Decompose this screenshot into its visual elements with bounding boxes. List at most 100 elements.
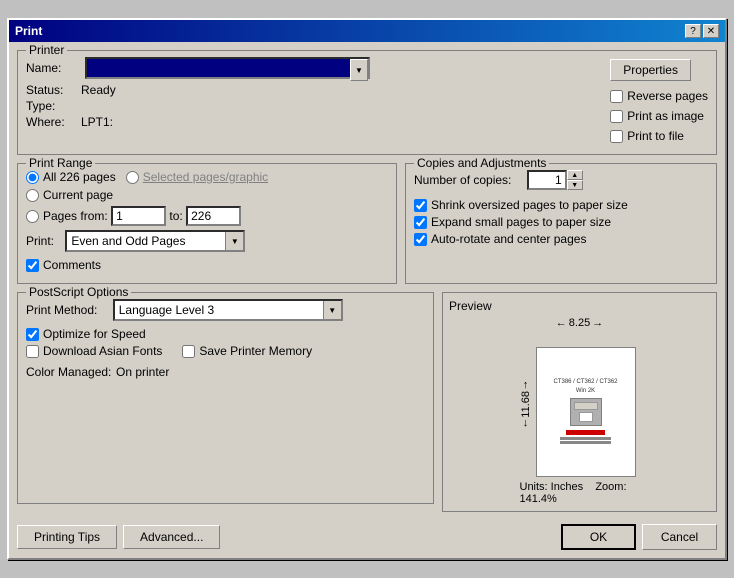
middle-row: Print Range All 226 pages Selected pages…: [17, 163, 717, 292]
print-method-label: Print Method:: [26, 303, 97, 317]
close-button[interactable]: ✕: [703, 24, 719, 38]
color-managed-label: Color Managed:: [26, 365, 116, 379]
to-input[interactable]: [186, 206, 241, 226]
download-fonts-label: Download Asian Fonts: [43, 344, 162, 358]
color-managed-value: On printer: [116, 365, 169, 379]
printer-group-label: Printer: [26, 43, 67, 57]
printer-left: Name: ▼ Status: Ready Type:: [26, 57, 602, 146]
dim-left: ↑ 11.68 ↓: [520, 331, 532, 477]
preview-content: CT386 / CT362 / CT362 Win 2K: [549, 375, 621, 449]
dim-top: ← 8.25 →: [520, 317, 640, 329]
reverse-pages-label: Reverse pages: [627, 89, 708, 103]
gray-bar1: [560, 437, 611, 440]
print-to-file-row: Print to file: [610, 129, 708, 143]
method-dropdown-btn[interactable]: ▼: [323, 301, 341, 319]
cancel-button[interactable]: Cancel: [642, 524, 717, 550]
pages-label: Pages: [43, 209, 77, 223]
printer-top: [574, 402, 598, 410]
print-option-value: Even and Odd Pages: [67, 232, 225, 250]
printer-group: Printer Name: ▼ Status: Ready: [17, 50, 717, 155]
printing-tips-button[interactable]: Printing Tips: [17, 525, 117, 549]
from-label: from:: [80, 209, 107, 223]
bottom-buttons: Printing Tips Advanced... OK Cancel: [17, 520, 717, 550]
print-option-dropdown[interactable]: ▼: [225, 232, 243, 250]
printer-name-field: [87, 59, 350, 77]
postscript-group: PostScript Options Print Method: Languag…: [17, 292, 434, 504]
expand-row: Expand small pages to paper size: [414, 215, 708, 229]
properties-button[interactable]: Properties: [610, 59, 691, 81]
help-button[interactable]: ?: [685, 24, 701, 38]
print-as-image-checkbox[interactable]: [610, 110, 623, 123]
spin-up-btn[interactable]: ▲: [567, 170, 583, 180]
save-memory-row: Save Printer Memory: [182, 344, 312, 358]
preview-units: Units: Inches Zoom: 141.4%: [520, 481, 640, 505]
where-label: Where:: [26, 115, 81, 129]
name-row: Name: ▼: [26, 57, 602, 79]
printer-name-combo[interactable]: ▼: [85, 57, 370, 79]
optimize-row: Optimize for Speed: [26, 327, 425, 341]
name-label: Name:: [26, 61, 81, 75]
down-arrow-icon: ↓: [523, 417, 529, 429]
expand-label: Expand small pages to paper size: [431, 215, 611, 229]
print-method-row: Print Method: Language Level 3 ▼: [26, 299, 425, 321]
right-arrow-icon: →: [592, 317, 603, 329]
printer-right: Properties Reverse pages Print as image: [610, 57, 708, 146]
print-to-file-checkbox[interactable]: [610, 130, 623, 143]
save-memory-checkbox[interactable]: [182, 345, 195, 358]
postscript-group-label: PostScript Options: [26, 285, 131, 299]
reverse-pages-checkbox[interactable]: [610, 90, 623, 103]
download-fonts-checkbox[interactable]: [26, 345, 39, 358]
print-dialog: Print ? ✕ Printer Name: ▼: [7, 18, 727, 560]
copies-group: Copies and Adjustments Number of copies:…: [405, 163, 717, 284]
printer-right-checks: Reverse pages Print as image Print to fi…: [610, 89, 708, 146]
auto-rotate-label: Auto-rotate and center pages: [431, 232, 586, 246]
comments-label: Comments: [43, 258, 101, 272]
preview-label: Preview: [449, 299, 492, 313]
auto-rotate-row: Auto-rotate and center pages: [414, 232, 708, 246]
reverse-pages-row: Reverse pages: [610, 89, 708, 103]
optimize-checkbox[interactable]: [26, 328, 39, 341]
current-page-label: Current page: [43, 188, 113, 202]
left-buttons: Printing Tips Advanced...: [17, 525, 220, 549]
print-label: Print:: [26, 234, 54, 248]
print-method-combo[interactable]: Language Level 3 ▼: [113, 299, 343, 321]
from-input[interactable]: [111, 206, 166, 226]
printer-icon: [570, 398, 602, 426]
auto-rotate-checkbox[interactable]: [414, 233, 427, 246]
num-copies-label: Number of copies:: [414, 173, 511, 187]
title-bar: Print ? ✕: [9, 20, 725, 42]
where-row: Where: LPT1:: [26, 115, 602, 129]
color-managed-row: Color Managed: On printer: [26, 365, 425, 379]
advanced-button[interactable]: Advanced...: [123, 525, 220, 549]
print-option-combo[interactable]: Even and Odd Pages ▼: [65, 230, 245, 252]
selected-label: Selected pages/graphic: [143, 170, 268, 184]
print-range-label: Print Range: [26, 156, 95, 170]
all-pages-radio[interactable]: [26, 171, 39, 184]
preview-area: ← 8.25 → ↑ 11.68 ↓: [449, 317, 710, 505]
selected-radio[interactable]: [126, 171, 139, 184]
pages-radio[interactable]: [26, 210, 39, 223]
printer-section: Name: ▼ Status: Ready Type:: [26, 57, 708, 146]
printer-dropdown-btn[interactable]: ▼: [350, 59, 368, 81]
copies-spinner: ▲ ▼: [527, 170, 583, 190]
dialog-body: Printer Name: ▼ Status: Ready: [9, 42, 725, 558]
comments-checkbox[interactable]: [26, 259, 39, 272]
to-label: to:: [169, 209, 182, 223]
width-value: 8.25: [569, 317, 590, 329]
red-bar: [566, 430, 604, 435]
expand-checkbox[interactable]: [414, 216, 427, 229]
shrink-checkbox[interactable]: [414, 199, 427, 212]
ok-button[interactable]: OK: [561, 524, 636, 550]
current-page-row: Current page: [26, 188, 388, 202]
bottom-row: PostScript Options Print Method: Languag…: [17, 292, 717, 512]
copies-input[interactable]: [527, 170, 567, 190]
current-page-radio[interactable]: [26, 189, 39, 202]
print-as-image-row: Print as image: [610, 109, 708, 123]
status-row: Status: Ready: [26, 83, 602, 97]
spin-down-btn[interactable]: ▼: [567, 180, 583, 190]
type-label: Type:: [26, 99, 81, 113]
page-line2: Win 2K: [553, 388, 617, 394]
status-value: Ready: [81, 83, 116, 97]
preview-header: Preview: [449, 299, 710, 317]
preview-section: Preview ← 8.25 → ↑: [442, 292, 717, 512]
